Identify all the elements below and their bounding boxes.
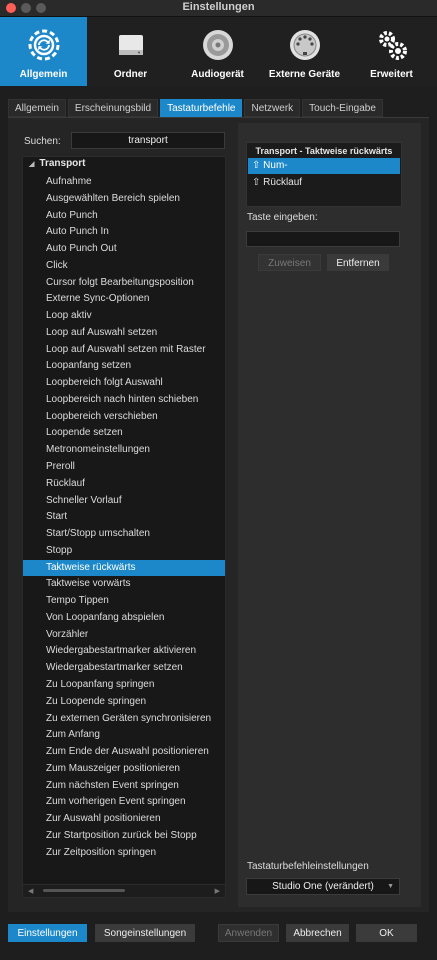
command-item[interactable]: Zum nächsten Event springen [23, 778, 225, 795]
command-item[interactable]: Loopbereich nach hinten schieben [23, 392, 225, 409]
command-item[interactable]: Ausgewählten Bereich spielen [23, 191, 225, 208]
command-tree[interactable]: ◢ Transport Aufnahme Ausgewählten Bereich … [22, 156, 226, 898]
command-item[interactable]: Preroll [23, 459, 225, 476]
key-entry-label: Taste eingeben: [247, 212, 318, 223]
horizontal-scrollbar[interactable]: ◀ ▶ [23, 884, 225, 897]
command-list: Aufnahme Ausgewählten Bereich spielen Auto… [23, 174, 225, 861]
command-item[interactable]: Zum vorherigen Event springen [23, 794, 225, 811]
keymap-select[interactable]: Studio One (verändert) ▼ [246, 878, 400, 895]
command-item[interactable]: Metronomeinstellungen [23, 442, 225, 459]
drive-icon [111, 25, 151, 70]
command-item[interactable]: Click [23, 258, 225, 275]
command-item[interactable]: Tempo Tippen [23, 593, 225, 610]
command-item[interactable]: Taktweise rückwärts [23, 559, 225, 577]
search-label: Suchen: [24, 136, 61, 147]
shortcut-item[interactable]: ⇧ Rücklauf [248, 175, 400, 191]
command-title: Transport - Taktweise rückwärts [255, 146, 393, 156]
tree-group-transport[interactable]: ◢ Transport [29, 158, 86, 169]
gear-sync-icon [24, 25, 64, 70]
command-item[interactable]: Zur Auswahl positionieren [23, 811, 225, 828]
chevron-down-icon: ▼ [387, 883, 394, 890]
command-item[interactable]: Auto Punch Out [23, 241, 225, 258]
command-item[interactable]: Loopende setzen [23, 425, 225, 442]
command-item[interactable]: Zu Loopende springen [23, 694, 225, 711]
search-input[interactable]: transport [71, 132, 225, 149]
window-title: Einstellungen [182, 1, 255, 13]
tab-netzwerk[interactable]: Netzwerk [244, 99, 301, 117]
command-item[interactable]: Auto Punch [23, 208, 225, 225]
command-item[interactable]: Start/Stopp umschalten [23, 526, 225, 543]
command-detail-panel: Transport - Taktweise rückwärts ⇧ Num- ⇧… [238, 123, 421, 907]
command-item[interactable]: Zum Anfang [23, 727, 225, 744]
command-item[interactable]: Loopbereich verschieben [23, 409, 225, 426]
scroll-right-icon[interactable]: ▶ [215, 887, 220, 895]
command-item[interactable]: Start [23, 509, 225, 526]
key-entry-field[interactable] [246, 231, 400, 247]
command-item[interactable]: Loopanfang setzen [23, 358, 225, 375]
command-item[interactable]: Rücklauf [23, 476, 225, 493]
command-item[interactable]: Externe Sync-Optionen [23, 291, 225, 308]
command-item[interactable]: Zu Loopanfang springen [23, 677, 225, 694]
category-toolbar: Allgemein Ordner Audiogerät Externe Gerä… [0, 17, 437, 86]
command-item[interactable]: Taktweise vorwärts [23, 576, 225, 593]
command-item[interactable]: Zur Zeitposition springen [23, 845, 225, 862]
tab-touch-eingabe[interactable]: Touch-Eingabe [302, 99, 383, 117]
remove-button[interactable]: Entfernen [327, 254, 389, 271]
command-item[interactable]: Vorzähler [23, 627, 225, 644]
assign-button[interactable]: Zuweisen [258, 254, 321, 271]
expand-triangle-icon[interactable]: ◢ [29, 160, 34, 168]
command-item[interactable]: Loopbereich folgt Auswahl [23, 375, 225, 392]
gears-icon [372, 25, 412, 70]
command-item[interactable]: Zum Mauszeiger positionieren [23, 761, 225, 778]
ok-button[interactable]: OK [356, 924, 417, 942]
command-item[interactable]: Cursor folgt Bearbeitungsposition [23, 275, 225, 292]
shortcut-item[interactable]: ⇧ Num- [248, 158, 400, 174]
tab-allgemein[interactable]: Allgemein [8, 99, 66, 117]
shortcut-list: Transport - Taktweise rückwärts ⇧ Num- ⇧… [246, 142, 402, 207]
tab-bar: Allgemein Erscheinungsbild Tastaturbefeh… [8, 99, 383, 117]
tab-tastaturbefehle[interactable]: Tastaturbefehle [160, 99, 243, 117]
command-item[interactable]: Schneller Vorlauf [23, 493, 225, 510]
category-externe-geraete[interactable]: Externe Geräte [261, 17, 348, 86]
command-item[interactable]: Loop aktiv [23, 308, 225, 325]
category-allgemein[interactable]: Allgemein [0, 17, 87, 86]
speaker-icon [198, 25, 238, 70]
command-item[interactable]: Aufnahme [23, 174, 225, 191]
apply-button[interactable]: Anwenden [218, 924, 279, 942]
command-item[interactable]: Zum Ende der Auswahl positionieren [23, 744, 225, 761]
command-item[interactable]: Loop auf Auswahl setzen mit Raster [23, 342, 225, 359]
category-audiogeraet[interactable]: Audiogerät [174, 17, 261, 86]
command-item[interactable]: Loop auf Auswahl setzen [23, 325, 225, 342]
title-bar: Einstellungen [0, 0, 437, 17]
command-item[interactable]: Zu externen Geräten synchronisieren [23, 711, 225, 728]
settings-button[interactable]: Einstellungen [8, 924, 87, 942]
command-item[interactable]: Von Loopanfang abspielen [23, 610, 225, 627]
command-item[interactable]: Wiedergabestartmarker setzen [23, 660, 225, 677]
scroll-left-icon[interactable]: ◀ [28, 887, 33, 895]
tab-erscheinungsbild[interactable]: Erscheinungsbild [67, 99, 159, 117]
command-item[interactable]: Stopp [23, 543, 225, 560]
midi-port-icon [285, 25, 325, 70]
song-settings-button[interactable]: Songeinstellungen [95, 924, 195, 942]
command-item[interactable]: Wiedergabestartmarker aktivieren [23, 643, 225, 660]
command-item[interactable]: Zur Startposition zurück bei Stopp [23, 828, 225, 845]
scrollbar-thumb[interactable] [43, 889, 125, 892]
keyboard-shortcuts-panel: Suchen: transport ◢ Transport Aufnahme Aus… [8, 118, 429, 912]
cancel-button[interactable]: Abbrechen [286, 924, 349, 942]
category-erweitert[interactable]: Erweitert [348, 17, 435, 86]
keymap-label: Tastaturbefehleinstellungen [247, 861, 369, 872]
command-item[interactable]: Auto Punch In [23, 224, 225, 241]
category-ordner[interactable]: Ordner [87, 17, 174, 86]
